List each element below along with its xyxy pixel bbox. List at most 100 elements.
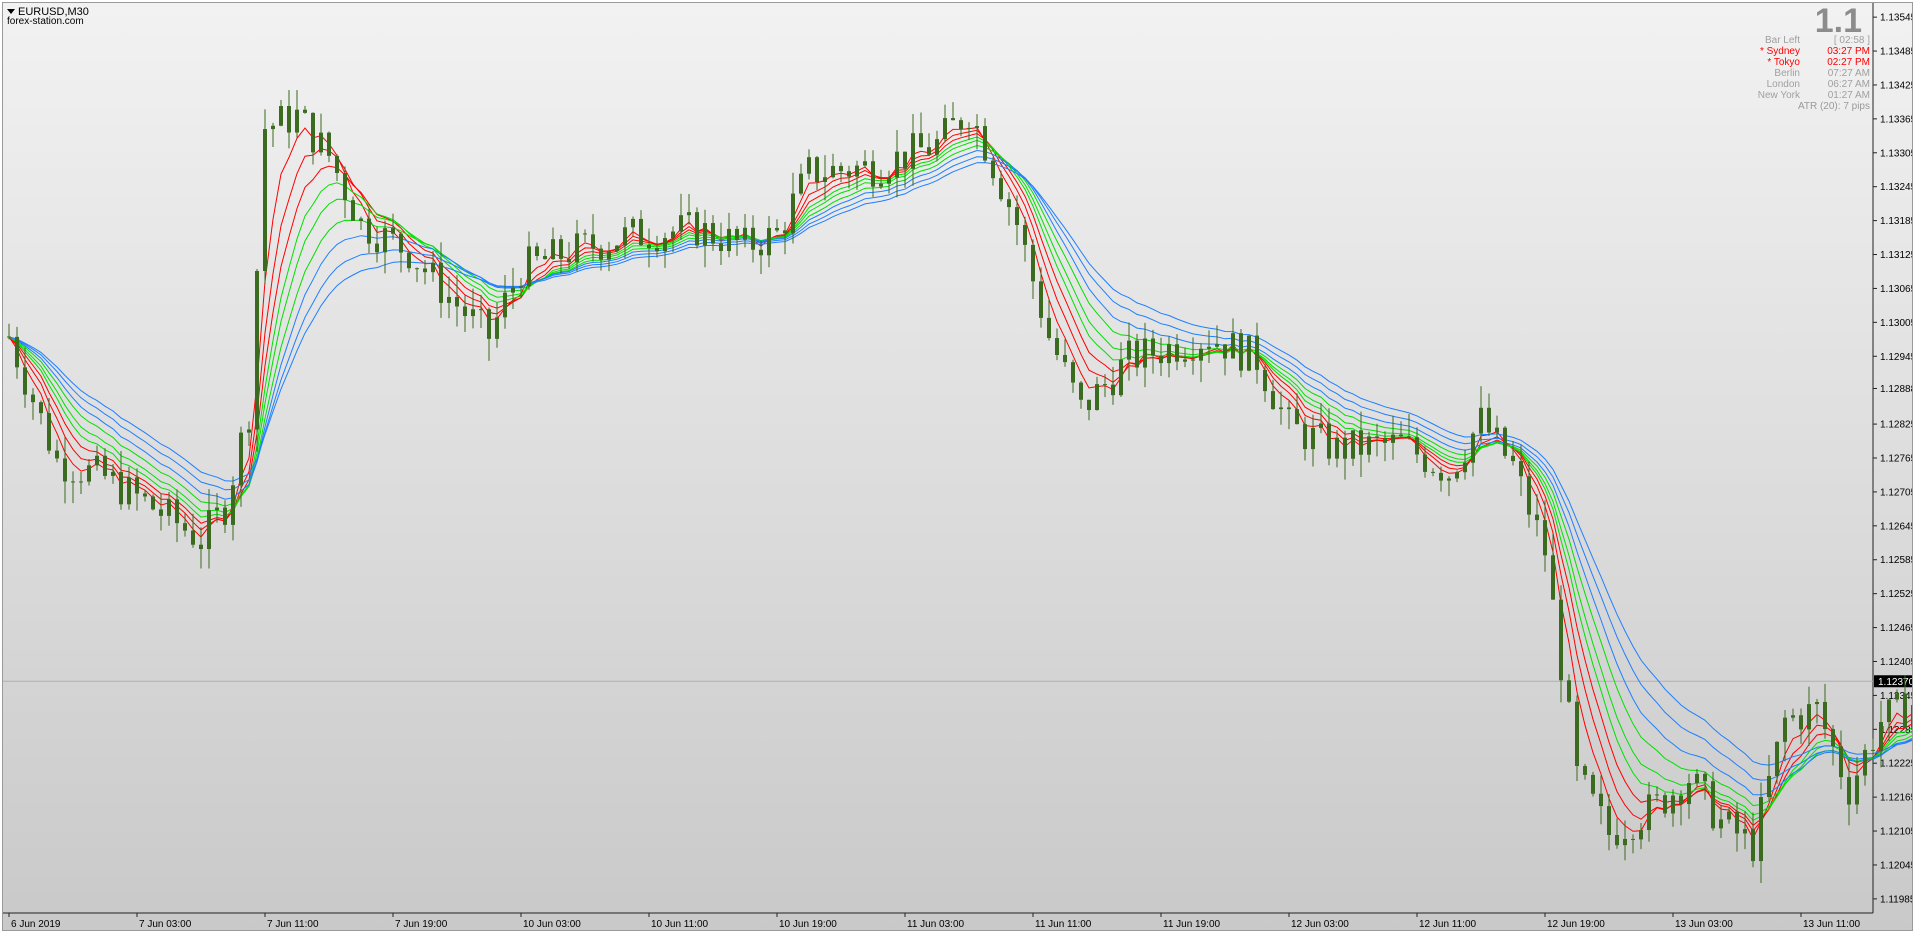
- candle-body: [1791, 715, 1795, 718]
- candle-body: [1231, 333, 1235, 359]
- candle-body: [1607, 806, 1611, 836]
- time-tick-label: 10 Jun 19:00: [779, 919, 837, 930]
- candle-body: [287, 106, 291, 133]
- candle-body: [319, 132, 323, 153]
- candle-body: [1591, 774, 1595, 794]
- candle: [191, 513, 195, 548]
- candle-body: [1303, 424, 1307, 450]
- candle: [343, 166, 347, 219]
- candle-body: [615, 245, 619, 251]
- price-tick-label: 1.13485: [1880, 47, 1913, 58]
- candle-body: [87, 465, 91, 482]
- candle: [1423, 446, 1427, 478]
- candle-body: [567, 258, 571, 263]
- candle: [319, 113, 323, 156]
- candle-body: [1839, 746, 1843, 778]
- candle: [927, 133, 931, 157]
- time-tick-label: 13 Jun 03:00: [1675, 919, 1733, 930]
- candle: [1679, 790, 1683, 826]
- candle-body: [239, 432, 243, 486]
- candle-body: [951, 118, 955, 121]
- time-tick-label: 12 Jun 11:00: [1419, 919, 1477, 930]
- candle-body: [503, 292, 507, 318]
- candle: [455, 275, 459, 327]
- price-tick-label: 1.13545: [1880, 13, 1913, 24]
- candle-body: [647, 244, 651, 249]
- price-tick-label: 1.12465: [1880, 623, 1913, 634]
- candle-body: [919, 133, 923, 148]
- candle: [727, 212, 731, 258]
- clock-label: * Sydney: [1759, 46, 1800, 57]
- candle-body: [855, 165, 859, 177]
- candle-body: [1447, 478, 1451, 481]
- candle-body: [1015, 207, 1019, 226]
- candle-body: [927, 147, 931, 155]
- candle-body: [679, 215, 683, 232]
- candle-body: [447, 296, 451, 303]
- candle-body: [391, 228, 395, 234]
- price-tick-label: 1.12525: [1880, 589, 1913, 600]
- price-tick-label: 1.12705: [1880, 487, 1913, 498]
- candle-body: [551, 239, 555, 260]
- candle: [1279, 391, 1283, 425]
- clock-value: 01:27 AM: [1827, 90, 1870, 101]
- candle: [87, 458, 91, 486]
- candle-body: [975, 126, 979, 128]
- candle-body: [983, 126, 987, 161]
- candle-body: [1495, 427, 1499, 433]
- candle-body: [959, 120, 963, 129]
- candle: [95, 445, 99, 471]
- candle-body: [655, 248, 659, 252]
- candle-body: [487, 309, 491, 339]
- candle-body: [135, 477, 139, 494]
- candle-body: [575, 233, 579, 263]
- candle-body: [527, 246, 531, 287]
- candle: [1639, 823, 1643, 850]
- candle: [415, 267, 419, 283]
- candle: [1111, 366, 1115, 405]
- dropdown-arrow-icon[interactable]: [7, 9, 15, 14]
- candle: [71, 471, 75, 504]
- candle-body: [343, 173, 347, 201]
- clock-value: [ 02:58 ]: [1833, 35, 1870, 46]
- chart-window[interactable]: 1.13545 1.13485 1.13425 1.13365 1.13305 1.132…: [2, 2, 1913, 931]
- candle-body: [119, 471, 123, 505]
- clock-label: Berlin: [1774, 68, 1800, 79]
- candle-body: [1759, 797, 1763, 862]
- candle-body: [935, 139, 939, 155]
- candle: [135, 468, 139, 511]
- candle-body: [511, 287, 515, 293]
- candle: [463, 295, 467, 332]
- candle: [1455, 470, 1459, 483]
- candle-body: [791, 193, 795, 234]
- candle-body: [1687, 783, 1691, 805]
- clock-label: New York: [1757, 90, 1800, 101]
- ribbon-line: [8, 129, 1912, 832]
- candle-body: [1071, 362, 1075, 383]
- candle: [1335, 430, 1339, 468]
- candle-body: [839, 165, 843, 172]
- candle-body: [223, 507, 227, 525]
- candle-body: [1799, 715, 1803, 730]
- candle-body: [999, 178, 1003, 200]
- candle-body: [1159, 355, 1163, 364]
- candle-body: [303, 109, 307, 113]
- candle: [279, 100, 283, 127]
- candle: [943, 104, 947, 143]
- candle-body: [183, 523, 187, 531]
- candle-body: [1207, 346, 1211, 349]
- candle-body: [1351, 430, 1355, 459]
- candle-body: [895, 151, 899, 178]
- candle-body: [1599, 793, 1603, 807]
- candle: [695, 207, 699, 249]
- candle-body: [1631, 838, 1635, 840]
- candle: [407, 251, 411, 273]
- candle: [79, 472, 83, 495]
- candle: [1087, 399, 1091, 421]
- candle-body: [1095, 384, 1099, 411]
- price-chart[interactable]: 1.13545 1.13485 1.13425 1.13365 1.13305 1.132…: [3, 3, 1913, 931]
- candle: [799, 163, 803, 196]
- candle: [743, 214, 747, 248]
- candle: [303, 105, 307, 114]
- candle-body: [1183, 359, 1187, 362]
